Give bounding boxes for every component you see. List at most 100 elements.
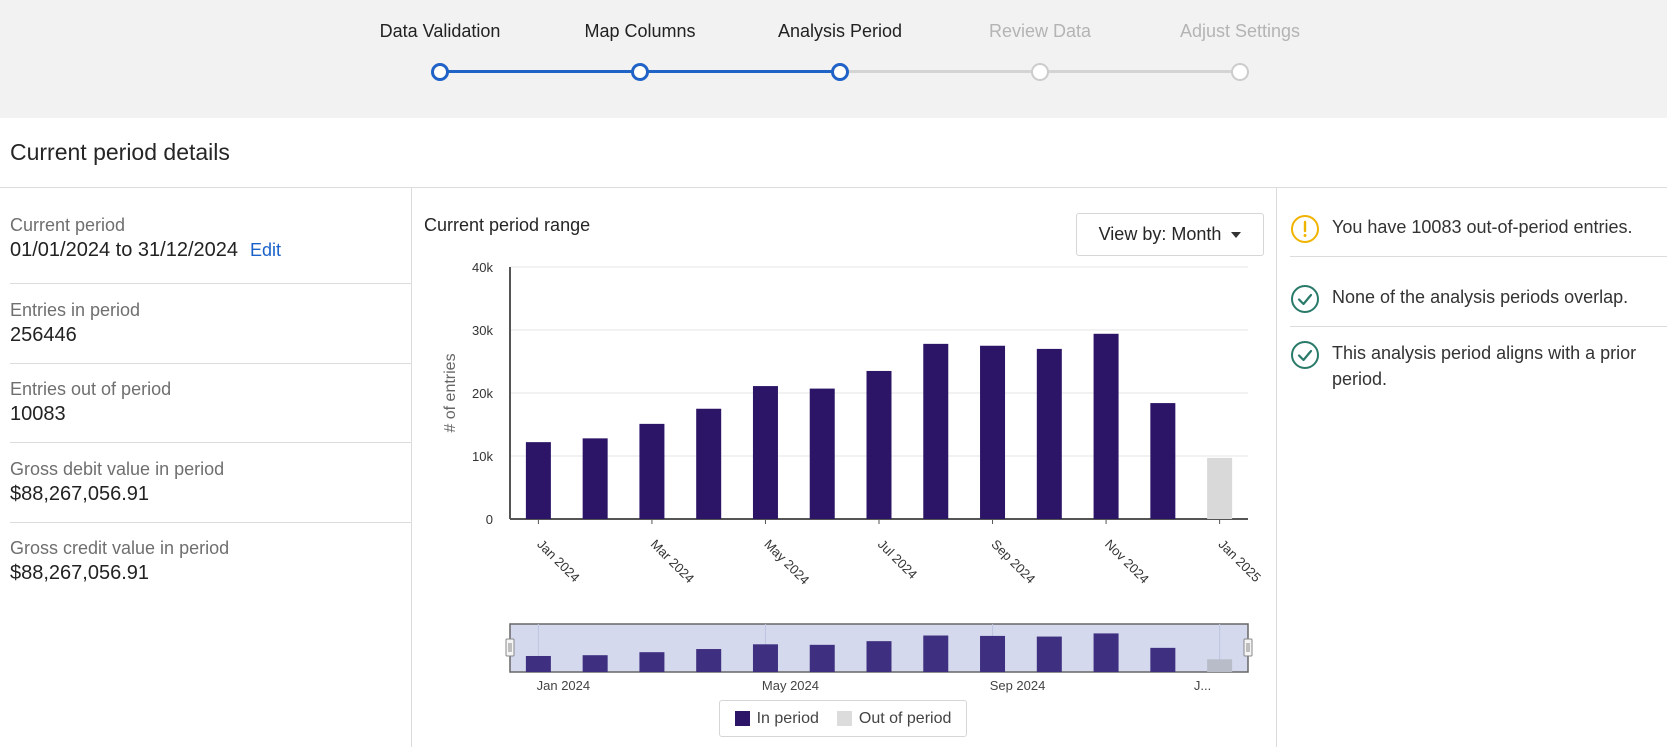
y-tick-label: 10k [472, 449, 493, 464]
message-out-of-period: You have 10083 out-of-period entries. [1290, 214, 1658, 244]
bar-may-2024 [752, 386, 778, 519]
bar-dec-2024 [1150, 403, 1176, 519]
step-dot-map-columns[interactable] [631, 63, 649, 81]
x-tick-label: Jul 2024 [875, 537, 920, 582]
navigator-label: May 2024 [762, 678, 819, 693]
divider [1276, 188, 1277, 747]
x-tick-label: Nov 2024 [1102, 537, 1152, 587]
navigator-bar [866, 641, 892, 672]
step-label-adjust-settings: Adjust Settings [1179, 21, 1301, 41]
message-no-overlap: None of the analysis periods overlap. [1290, 284, 1658, 314]
bar-feb-2024 [582, 438, 608, 519]
chart-legend: In period Out of period [719, 700, 967, 737]
navigator-bar [1036, 636, 1062, 672]
x-tick-label: Sep 2024 [988, 537, 1038, 587]
stat-label: Gross credit value in period [10, 538, 230, 558]
stat-entries-in-period: Entries in period 256446 [10, 300, 410, 347]
navigator-handle-left[interactable] [505, 638, 515, 657]
step-dot-review-data [1031, 63, 1049, 81]
legend-label: Out of period [858, 709, 952, 727]
message-text: This analysis period aligns with a prior… [1332, 343, 1637, 389]
step-label-map-columns[interactable]: Map Columns [540, 21, 740, 42]
step-label-review-data: Review Data [988, 21, 1092, 41]
warning-icon [1291, 215, 1319, 243]
stat-current-period: Current period 01/01/2024 to 31/12/2024 E… [10, 215, 410, 262]
stat-gross-credit: Gross credit value in period $88,267,056… [10, 538, 410, 585]
chevron-down-icon [1231, 231, 1242, 238]
check-circle-icon [1291, 285, 1319, 313]
stat-entries-out-of-period: Entries out of period 10083 [10, 379, 410, 426]
navigator-bar [1207, 659, 1233, 672]
message-text: You have 10083 out-of-period entries. [1332, 217, 1633, 237]
stat-value: 10083 [10, 403, 66, 425]
chart-title: Current period range [424, 215, 591, 235]
edit-period-link[interactable]: Edit [250, 240, 281, 260]
divider [10, 522, 411, 523]
navigator-bar [582, 655, 608, 672]
step-dot-adjust-settings [1231, 63, 1249, 81]
navigator-bar [809, 644, 835, 672]
navigator-bar [639, 652, 665, 672]
bar-jan-2025 [1207, 457, 1233, 519]
stat-label: Current period [10, 215, 126, 235]
divider [0, 187, 1667, 188]
navigator-bar [980, 635, 1006, 672]
y-tick-label: 40k [472, 260, 493, 275]
bar-jan-2024 [525, 442, 551, 519]
legend-swatch [836, 711, 852, 726]
x-tick-label: Jan 2025 [1215, 537, 1263, 585]
bar-mar-2024 [639, 423, 665, 519]
navigator-bar [923, 635, 949, 672]
stat-label: Gross debit value in period [10, 459, 225, 479]
navigator-label: J... [1194, 678, 1211, 693]
stat-value: 01/01/2024 to 31/12/2024 Edit [10, 239, 410, 262]
legend-item-in-period[interactable]: In period [734, 709, 819, 728]
step-dot-analysis-period[interactable] [831, 63, 849, 81]
stat-value: $88,267,056.91 [10, 483, 150, 505]
current-period-range: 01/01/2024 to 31/12/2024 [10, 239, 238, 261]
navigator-bar [1093, 633, 1119, 672]
step-label-data-validation[interactable]: Data Validation [340, 21, 540, 42]
y-tick-label: 0 [486, 512, 493, 527]
x-tick-label: May 2024 [761, 537, 812, 588]
bar-jun-2024 [809, 388, 835, 519]
navigator-bar [1150, 647, 1176, 672]
divider [10, 283, 411, 284]
navigator-bar [696, 649, 722, 672]
legend-label: In period [756, 709, 819, 727]
divider [1290, 326, 1667, 327]
message-text: None of the analysis periods overlap. [1332, 287, 1629, 307]
stat-label: Entries in period [10, 300, 141, 320]
divider [411, 188, 412, 747]
navigator-label: Jan 2024 [537, 678, 591, 693]
divider [1290, 256, 1667, 257]
stat-value: $88,267,056.91 [10, 562, 150, 584]
message-aligns-prior: This analysis period aligns with a prior… [1290, 340, 1658, 392]
divider [10, 363, 411, 364]
page-title: Current period details [10, 139, 230, 165]
bar-sep-2024 [980, 345, 1006, 519]
entries-bar-chart: 0 10k 20k 30k 40k # of entries Jan 2024 Mar 202… [442, 260, 1264, 693]
bar-jul-2024 [866, 370, 892, 519]
bar-aug-2024 [923, 343, 949, 519]
bar-nov-2024 [1093, 333, 1119, 519]
stat-label: Entries out of period [10, 379, 172, 399]
stat-gross-debit: Gross debit value in period $88,267,056.… [10, 459, 410, 506]
check-circle-icon [1291, 341, 1319, 369]
view-by-dropdown[interactable]: View by: Month [1076, 213, 1264, 256]
navigator-handle-right[interactable] [1243, 638, 1253, 657]
x-tick-label: Jan 2024 [534, 537, 582, 585]
view-by-label: View by: Month [1098, 224, 1222, 244]
legend-item-out-of-period[interactable]: Out of period [836, 709, 952, 728]
y-axis-label: # of entries [442, 353, 459, 432]
bar-apr-2024 [696, 408, 722, 519]
step-label-analysis-period[interactable]: Analysis Period [740, 21, 940, 42]
y-tick-label: 20k [472, 386, 493, 401]
divider [10, 442, 411, 443]
step-dot-data-validation[interactable] [431, 63, 449, 81]
navigator-label: Sep 2024 [990, 678, 1046, 693]
wizard-stepper: Data Validation Map Columns Analysis Per… [0, 0, 1667, 118]
x-tick-label: Mar 2024 [648, 537, 697, 586]
navigator-bar [525, 655, 551, 672]
stat-value: 256446 [10, 324, 77, 346]
